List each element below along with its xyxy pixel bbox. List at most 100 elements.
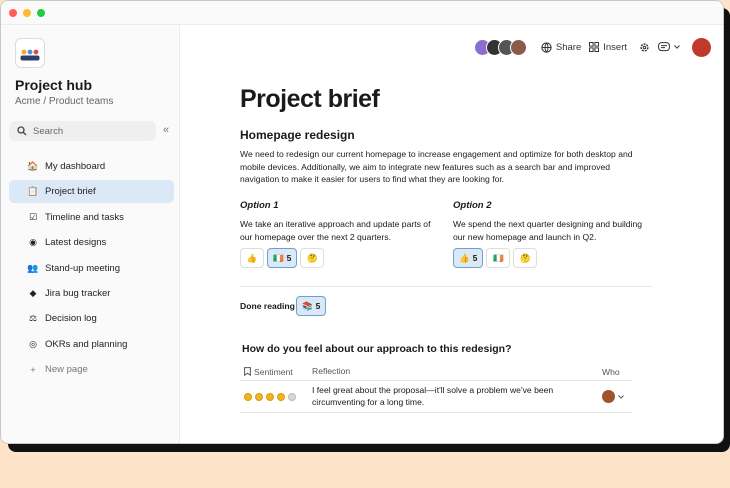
people-icon: 👥 <box>27 262 39 273</box>
sidebar-item-label: My dashboard <box>45 161 106 172</box>
option1-reaction-button[interactable]: 👍 <box>240 248 264 268</box>
reaction-emoji-icon: 🤔 <box>520 252 531 263</box>
smiley-icon[interactable] <box>266 392 274 401</box>
sidebar-item-latest-designs[interactable]: ◉ Latest designs <box>9 231 174 254</box>
sidebar-item-my-dashboard[interactable]: 🏠 My dashboard <box>9 155 174 178</box>
settings-button[interactable] <box>639 42 650 53</box>
feedback-table: Sentiment Reflection Who I feel great ab… <box>240 363 632 413</box>
minimize-window-button[interactable] <box>23 8 31 17</box>
checklist-icon: ☑ <box>28 211 38 222</box>
sidebar-item-label: Timeline and tasks <box>45 211 124 223</box>
collaborator-avatars[interactable] <box>473 38 527 56</box>
sidebar-item-label: OKRs and planning <box>45 338 128 350</box>
books-icon: 📚 <box>302 300 313 311</box>
sidebar-item-label: New page <box>45 364 88 376</box>
insert-button[interactable]: Insert <box>589 42 627 53</box>
workspace-logo[interactable] <box>15 38 45 68</box>
plus-icon: + <box>30 364 36 375</box>
option1-text: We take an iterative approach and update… <box>240 219 431 242</box>
sentiment-rating[interactable] <box>240 392 306 401</box>
comments-button[interactable] <box>658 41 680 53</box>
smiley-icon[interactable] <box>277 392 285 401</box>
sidebar-item-decision-log[interactable]: ⚖ Decision log <box>9 307 174 330</box>
collapse-sidebar-icon[interactable]: « <box>163 124 169 136</box>
search-input[interactable]: Search <box>9 121 156 141</box>
table-header: Sentiment Reflection Who <box>240 363 632 381</box>
house-icon: 🏠 <box>27 161 39 171</box>
chevron-down-icon[interactable] <box>618 394 624 399</box>
search-placeholder: Search <box>33 125 64 137</box>
sidebar-nav: 🏠 My dashboard 📋 Project brief ☑ Timeline and… <box>9 155 174 384</box>
smiley-icon[interactable] <box>244 392 252 401</box>
jira-icon: ◆ <box>29 287 37 298</box>
done-reading-count: 5 <box>315 301 321 311</box>
gavel-icon: ⚖ <box>28 313 38 324</box>
figma-icon: ◉ <box>29 237 37 248</box>
comment-icon <box>658 41 670 51</box>
intro-paragraph: We need to redesign our current homepage… <box>240 149 633 185</box>
sentiment-header: Sentiment <box>254 366 293 377</box>
done-reading-label: Done reading <box>240 301 295 311</box>
option1-reaction-button[interactable]: 🇮🇪 5 <box>267 248 298 268</box>
main-content: Share Insert Project brief Homepage rede… <box>181 25 723 443</box>
gear-icon <box>640 42 649 52</box>
app-window: Project hub Acme / Product teams Search … <box>0 0 724 444</box>
option2-reaction-button[interactable]: 🇮🇪 <box>486 248 511 268</box>
bookmark-icon <box>244 367 251 376</box>
reaction-emoji-icon: 🤔 <box>307 252 318 263</box>
reaction-emoji-icon: 👍 <box>459 252 470 263</box>
sidebar-item-new-page[interactable]: + New page <box>9 358 174 381</box>
chevron-down-icon <box>674 45 680 49</box>
reaction-emoji-icon: 🇮🇪 <box>273 252 284 263</box>
option1-reactions: 👍 🇮🇪 5 🤔 <box>240 248 325 268</box>
reflection-header: Reflection <box>312 365 351 376</box>
sidebar-item-stand-up-meeting[interactable]: 👥 Stand-up meeting <box>9 257 174 280</box>
grid-icon <box>589 42 600 52</box>
sidebar: Project hub Acme / Product teams Search … <box>1 25 180 443</box>
user-avatar[interactable] <box>692 37 711 57</box>
reaction-count: 5 <box>286 253 292 263</box>
option2-text: We spend the next quarter designing and … <box>453 219 643 242</box>
reaction-emoji-icon: 🇮🇪 <box>493 252 504 263</box>
smiley-icon[interactable] <box>288 392 296 401</box>
feedback-question: How do you feel about our approach to th… <box>242 343 512 355</box>
option2-reaction-button[interactable]: 👍 5 <box>453 248 484 268</box>
smiley-icon[interactable] <box>255 392 263 401</box>
page-title: Project brief <box>240 85 380 113</box>
close-window-button[interactable] <box>9 8 17 17</box>
reflection-cell[interactable]: I feel great about the proposal—it'll so… <box>306 385 602 408</box>
sidebar-item-label: Latest designs <box>45 237 107 249</box>
team-icon <box>20 49 40 61</box>
sidebar-item-timeline-and-tasks[interactable]: ☑ Timeline and tasks <box>9 206 174 229</box>
option1-reaction-button[interactable]: 🤔 <box>300 248 325 268</box>
option2-reactions: 👍 5 🇮🇪 🤔 <box>453 248 538 268</box>
sidebar-item-label: Jira bug tracker <box>45 287 111 299</box>
maximize-window-button[interactable] <box>37 8 45 17</box>
sidebar-item-label: Decision log <box>45 313 97 325</box>
option2-reaction-button[interactable]: 🤔 <box>513 248 538 268</box>
sidebar-item-label: Project brief <box>45 186 96 198</box>
person-avatar <box>602 390 615 403</box>
sidebar-item-jira-bug-tracker[interactable]: ◆ Jira bug tracker <box>9 282 174 305</box>
who-cell[interactable] <box>602 390 632 403</box>
sidebar-item-label: Stand-up meeting <box>45 262 120 274</box>
reaction-emoji-icon: 👍 <box>246 252 258 263</box>
section-title: Homepage redesign <box>240 128 355 142</box>
title-bar <box>1 1 723 25</box>
globe-icon <box>541 41 552 53</box>
sidebar-item-project-brief[interactable]: 📋 Project brief <box>9 180 174 204</box>
insert-label: Insert <box>603 41 627 53</box>
workspace-breadcrumb: Acme / Product teams <box>15 96 114 107</box>
table-row[interactable]: I feel great about the proposal—it'll so… <box>240 381 632 413</box>
sidebar-item-okrs-and-planning[interactable]: ◎ OKRs and planning <box>9 333 174 356</box>
collaborator-avatar <box>509 38 527 56</box>
option2-title: Option 2 <box>453 200 492 211</box>
done-reading-reaction[interactable]: 📚 5 <box>296 296 327 316</box>
share-button[interactable]: Share <box>541 42 581 53</box>
section-divider <box>240 286 652 287</box>
search-icon <box>17 126 27 136</box>
share-label: Share <box>555 41 582 53</box>
option1-title: Option 1 <box>240 200 279 211</box>
workspace-title: Project hub <box>15 77 93 93</box>
reaction-count: 5 <box>472 253 478 263</box>
